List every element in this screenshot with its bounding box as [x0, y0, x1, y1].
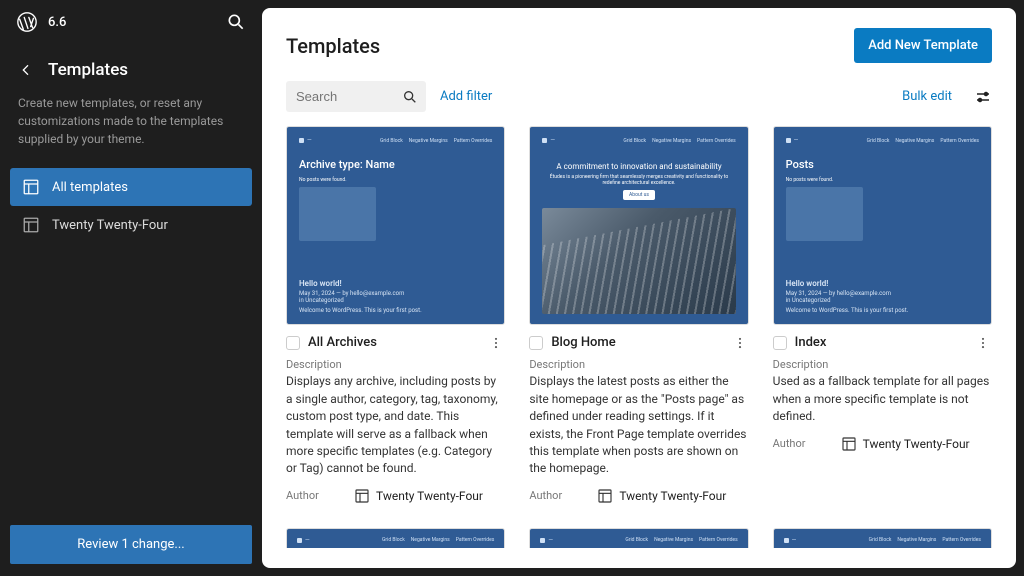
wp-version: 6.6 [48, 15, 66, 30]
search-box [286, 81, 426, 112]
template-author: Twenty Twenty-Four [597, 488, 726, 504]
template-preview[interactable]: —Grid BlockNegative MarginsPattern Overr… [286, 126, 505, 325]
template-preview[interactable]: —Grid BlockNegative MarginsPattern Overr… [773, 528, 992, 548]
author-label: Author [773, 437, 841, 450]
sidebar-description: Create new templates, or reset any custo… [0, 88, 262, 162]
search-icon[interactable] [402, 89, 418, 105]
template-card: —Grid BlockNegative MarginsPattern Overr… [286, 528, 505, 548]
template-card: —Grid BlockNegative MarginsPattern Overr… [529, 528, 748, 548]
description-label: Description [773, 358, 992, 371]
template-card: —Grid BlockNegative MarginsPattern Overr… [529, 126, 748, 504]
author-label: Author [286, 489, 354, 502]
template-card: —Grid BlockNegative MarginsPattern Overr… [773, 528, 992, 548]
sidebar-item-label: All templates [52, 180, 128, 195]
wordpress-logo-icon[interactable] [16, 11, 38, 33]
sidebar-item-all-templates[interactable]: All templates [10, 168, 252, 206]
template-name[interactable]: All Archives [308, 335, 479, 350]
sidebar-title: Templates [48, 60, 128, 80]
add-filter-button[interactable]: Add filter [440, 89, 492, 104]
search-icon[interactable] [226, 12, 246, 32]
page-title: Templates [286, 34, 380, 58]
template-author: Twenty Twenty-Four [354, 488, 483, 504]
template-card: —Grid BlockNegative MarginsPattern Overr… [286, 126, 505, 504]
description-label: Description [286, 358, 505, 371]
sidebar-nav: All templates Twenty Twenty-Four [0, 162, 262, 250]
select-checkbox[interactable] [529, 336, 543, 350]
settings-icon[interactable] [974, 88, 992, 106]
template-description: Used as a fallback template for all page… [773, 373, 992, 425]
sidebar-header: Templates [0, 44, 262, 88]
template-preview[interactable]: —Grid BlockNegative MarginsPattern Overr… [286, 528, 505, 548]
template-author: Twenty Twenty-Four [841, 436, 970, 452]
description-label: Description [529, 358, 748, 371]
template-preview[interactable]: —Grid BlockNegative MarginsPattern Overr… [529, 126, 748, 325]
sidebar-item-label: Twenty Twenty-Four [52, 218, 168, 233]
template-card: —Grid BlockNegative MarginsPattern Overr… [773, 126, 992, 504]
template-preview[interactable]: —Grid BlockNegative MarginsPattern Overr… [773, 126, 992, 325]
more-icon[interactable] [974, 336, 992, 350]
select-checkbox[interactable] [286, 336, 300, 350]
template-preview[interactable]: —Grid BlockNegative MarginsPattern Overr… [529, 528, 748, 548]
main-panel: Templates Add New Template Add filter Bu… [262, 8, 1016, 568]
template-name[interactable]: Blog Home [551, 335, 722, 350]
back-icon[interactable] [18, 62, 34, 78]
select-checkbox[interactable] [773, 336, 787, 350]
template-description: Displays the latest posts as either the … [529, 373, 748, 477]
author-label: Author [529, 489, 597, 502]
more-icon[interactable] [487, 336, 505, 350]
template-description: Displays any archive, including posts by… [286, 373, 505, 477]
add-new-template-button[interactable]: Add New Template [854, 28, 992, 63]
toolbar: Add filter Bulk edit [286, 81, 992, 112]
sidebar-item-theme[interactable]: Twenty Twenty-Four [10, 206, 252, 244]
sidebar: 6.6 Templates Create new templates, or r… [0, 0, 262, 576]
admin-topbar: 6.6 [0, 0, 262, 44]
bulk-edit-button[interactable]: Bulk edit [902, 89, 952, 104]
main-header: Templates Add New Template [286, 28, 992, 63]
more-icon[interactable] [731, 336, 749, 350]
review-changes-button[interactable]: Review 1 change... [10, 525, 252, 564]
template-grid: —Grid BlockNegative MarginsPattern Overr… [286, 126, 992, 548]
template-name[interactable]: Index [795, 335, 966, 350]
